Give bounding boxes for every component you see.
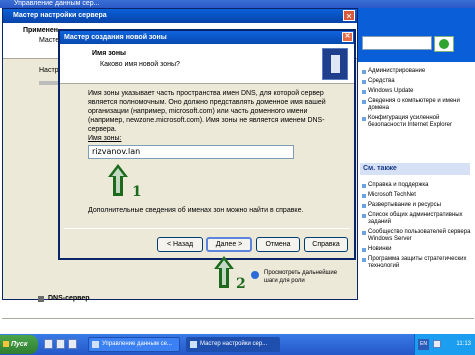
list-item[interactable]: Средства <box>362 78 472 85</box>
explorer-icon[interactable] <box>56 339 65 349</box>
list-item[interactable]: Новинки <box>362 246 472 253</box>
close-icon[interactable]: ✕ <box>342 32 353 42</box>
dialog-title: Мастер создания новой зоны <box>64 34 167 41</box>
list-item[interactable]: Список общих административных заданий <box>362 212 472 226</box>
close-icon[interactable]: ✕ <box>343 10 355 21</box>
dns-server-label: DNS-сервер <box>48 295 90 302</box>
taskbar-button[interactable]: Управление данным се... <box>88 337 180 352</box>
list-item[interactable]: Сведения о компьютере и имени домена <box>362 98 472 112</box>
outer-window-title: Управление данным сер... <box>14 0 100 7</box>
go-button[interactable] <box>434 36 454 52</box>
start-button[interactable]: Пуск <box>0 335 38 354</box>
list-item[interactable]: Справка и поддержка <box>362 182 472 189</box>
next-steps-link[interactable]: Просмотреть дальнейшие шаги для роли <box>254 269 344 285</box>
wizard-heading: Применен <box>23 27 59 34</box>
language-indicator[interactable]: EN <box>418 339 429 350</box>
see-also-list: Справка и поддержка Microsoft TechNet Ра… <box>362 182 472 273</box>
list-item[interactable]: Программа защиты стратегических технолог… <box>362 256 472 270</box>
clock: 11:13 <box>456 341 471 347</box>
wizard-title: Мастер настройки сервера <box>13 12 107 19</box>
bullet-icon <box>362 258 366 262</box>
dns-expand-icon[interactable] <box>38 296 44 302</box>
annotation-arrow-1-icon <box>108 164 128 196</box>
list-item[interactable]: Сообщество пользователей сервера Windows… <box>362 229 472 243</box>
cancel-button[interactable]: Отмена <box>256 237 300 252</box>
annotation-number-2: 2 <box>236 276 246 292</box>
zone-name-input[interactable]: rizvanov.lan <box>88 145 294 159</box>
bullet-icon <box>362 80 366 84</box>
system-tray: EN 11:13 <box>414 334 475 355</box>
bullet-icon <box>362 214 366 218</box>
help-hint: Дополнительные сведения об именах зон мо… <box>88 207 304 214</box>
bullet-icon <box>362 90 366 94</box>
bullet-icon <box>362 70 366 74</box>
list-item[interactable]: Развертывание и ресурсы <box>362 202 472 209</box>
bullet-icon <box>362 204 366 208</box>
bullet-icon <box>362 231 366 235</box>
show-desktop-icon[interactable] <box>44 339 53 349</box>
see-also-header: См. также <box>360 163 470 175</box>
manage-server-right-pane: Администрирование Средства Windows Updat… <box>358 8 475 320</box>
dialog-header: Имя зоны Каково имя новой зоны? <box>60 44 354 84</box>
dialog-titlebar: Мастер создания новой зоны ✕ <box>60 31 354 44</box>
zone-description: Имя зоны указывает часть пространства им… <box>88 90 326 133</box>
bullet-icon <box>362 248 366 252</box>
list-item[interactable]: Windows Update <box>362 88 472 95</box>
divider <box>2 318 474 319</box>
bullet-icon <box>362 117 366 121</box>
list-item[interactable]: Администрирование <box>362 68 472 75</box>
outer-window-titlebar: Управление данным сер... <box>0 0 475 8</box>
bullet-icon <box>362 184 366 188</box>
help-button[interactable]: Справка <box>304 237 348 252</box>
right-pane-header <box>358 8 475 62</box>
list-item[interactable]: Конфигурация усиленной безопасности Inte… <box>362 115 472 129</box>
list-item[interactable]: Microsoft TechNet <box>362 192 472 199</box>
bullet-icon <box>362 194 366 198</box>
window-icon <box>92 341 99 348</box>
back-button[interactable]: < Назад <box>157 237 203 252</box>
annotation-arrow-2-icon <box>214 256 234 288</box>
next-button[interactable]: Далее > <box>206 237 252 252</box>
taskbar: Пуск Управление данным се... Мастер наст… <box>0 334 475 355</box>
search-input[interactable] <box>362 36 432 50</box>
wizard-titlebar: Мастер настройки сервера <box>3 9 357 23</box>
network-icon[interactable] <box>433 340 441 348</box>
divider <box>64 228 350 229</box>
annotation-number-1: 1 <box>132 184 142 200</box>
new-zone-wizard-dialog: Мастер создания новой зоны ✕ Имя зоны Ка… <box>58 29 356 260</box>
next-steps-text: Просмотреть дальнейшие шаги для роли <box>264 270 338 284</box>
cmd-icon[interactable] <box>68 339 77 349</box>
window-icon <box>190 341 197 348</box>
dialog-header-title: Имя зоны <box>92 50 127 57</box>
wizard-progress-bar <box>39 81 59 85</box>
tools-list: Администрирование Средства Windows Updat… <box>362 68 472 132</box>
dialog-header-subtitle: Каково имя новой зоны? <box>100 61 180 68</box>
bullet-icon <box>362 100 366 104</box>
zone-name-label: Имя зоны: <box>88 135 122 142</box>
server-icon <box>322 48 348 80</box>
taskbar-button[interactable]: Мастер настройки сер... <box>186 337 280 352</box>
